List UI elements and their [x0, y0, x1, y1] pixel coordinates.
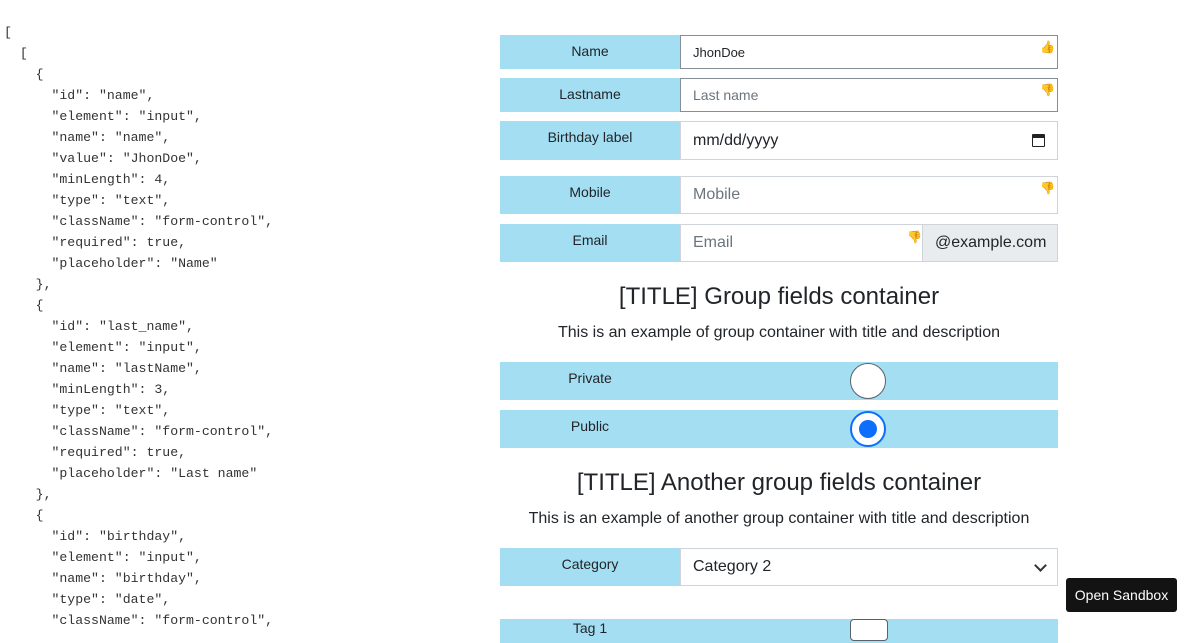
radio-row-private: Private: [500, 362, 1058, 400]
mobile-placeholder: Mobile: [693, 186, 741, 203]
private-radio[interactable]: [850, 363, 886, 399]
group-description: This is an example of group container wi…: [557, 324, 1000, 341]
form-row-mobile: Mobile Mobile 👎: [500, 176, 1058, 214]
mobile-label: Mobile: [569, 184, 611, 200]
public-radio[interactable]: [850, 411, 886, 447]
birthday-placeholder: mm/dd/yyyy: [693, 131, 779, 149]
name-value: JhonDoe: [693, 44, 746, 60]
lastname-label: Lastname: [559, 86, 621, 102]
email-input[interactable]: Email 👎: [680, 224, 923, 262]
thumbs-up-icon: 👍: [1040, 40, 1055, 54]
birthday-input[interactable]: mm/dd/yyyy: [680, 121, 1058, 160]
tag1-checkbox[interactable]: [850, 619, 888, 641]
open-sandbox-button[interactable]: Open Sandbox: [1066, 578, 1177, 612]
form-row-lastname: Lastname Last name 👎: [500, 78, 1058, 112]
email-placeholder: Email: [693, 234, 734, 251]
form-row-birthday: Birthday label mm/dd/yyyy: [500, 121, 1058, 160]
json-code-panel: [ [ { "id": "name", "element": "input", …: [0, 0, 480, 630]
group-title: [TITLE] Another group fields container: [576, 469, 982, 496]
email-domain-addon: @example.com: [923, 224, 1058, 262]
group-title: [TITLE] Group fields container: [618, 283, 940, 310]
lastname-input[interactable]: Last name: [680, 78, 1058, 112]
lastname-placeholder: Last name: [693, 87, 759, 103]
name-input[interactable]: JhonDoe: [680, 35, 1058, 69]
tag1-label: Tag 1: [572, 620, 608, 636]
form-row-name: Name JhonDoe 👍: [500, 35, 1058, 69]
private-label: Private: [568, 370, 612, 386]
category-selected: Category 2: [693, 558, 772, 575]
category-select[interactable]: Category 2: [680, 548, 1058, 586]
thumbs-down-icon: 👎: [1040, 181, 1055, 195]
json-code: [ [ { "id": "name", "element": "input", …: [4, 25, 274, 628]
group-description: This is an example of another group cont…: [528, 510, 1030, 527]
thumbs-down-icon: 👎: [1040, 83, 1055, 97]
email-label: Email: [572, 232, 608, 248]
calendar-icon[interactable]: [1032, 134, 1045, 147]
category-label: Category: [561, 556, 619, 572]
form-row-tag1: Tag 1: [500, 619, 1058, 643]
thumbs-down-icon: 👎: [907, 230, 922, 244]
chevron-down-icon: [1034, 558, 1047, 572]
radio-row-public: Public: [500, 410, 1058, 448]
form-row-category: Category Category 2: [500, 548, 1058, 586]
form-preview: Name JhonDoe 👍 Lastname Last name 👎 Birt…: [500, 0, 1058, 643]
birthday-label: Birthday label: [547, 129, 633, 145]
mobile-input[interactable]: Mobile: [680, 176, 1058, 214]
name-label: Name: [571, 43, 609, 59]
form-row-email: Email Email 👎 @example.com: [500, 224, 1058, 262]
public-label: Public: [570, 418, 610, 434]
